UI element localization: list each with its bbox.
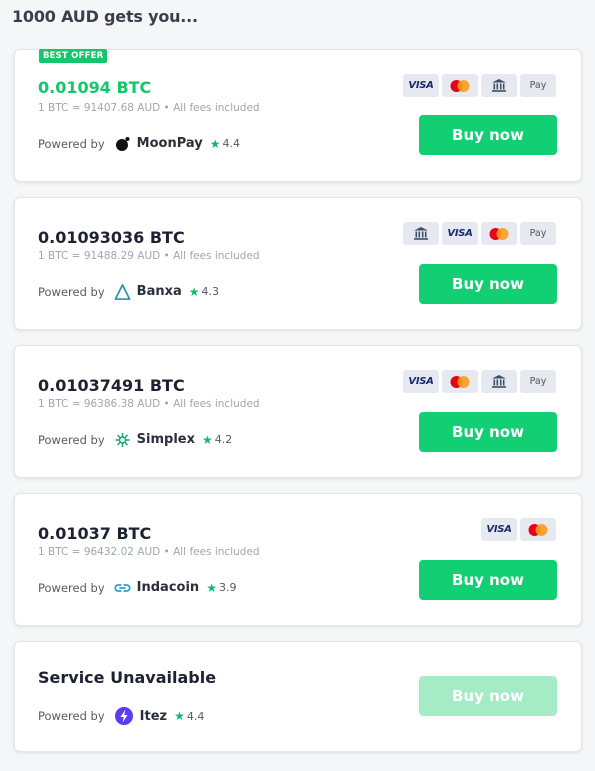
- powered-by-label: Powered by: [38, 284, 105, 299]
- banxa-logo-icon: [114, 283, 131, 300]
- star-icon: ★: [202, 432, 213, 447]
- offer-rate: 1 BTC = 96386.38 AUD • All fees included: [38, 398, 260, 410]
- buy-now-button[interactable]: Buy now: [419, 560, 557, 600]
- offer-rate: 1 BTC = 91488.29 AUD • All fees included: [38, 250, 260, 262]
- buy-now-button[interactable]: Buy now: [419, 115, 557, 155]
- offer-amount: 0.01037491 BTC: [38, 376, 185, 395]
- offer-rate: 1 BTC = 91407.68 AUD • All fees included: [38, 102, 260, 114]
- payment-methods: VISA Pay: [403, 74, 556, 97]
- provider-name: Itez: [139, 708, 168, 724]
- offer-amount: 0.01037 BTC: [38, 524, 152, 543]
- offer-card-banxa: 0.01093036 BTC 1 BTC = 91488.29 AUD • Al…: [14, 197, 582, 330]
- provider-row: Powered by Banxa ★ 4.3: [38, 283, 219, 300]
- provider-rating: 4.4: [186, 709, 205, 723]
- star-icon: ★: [206, 580, 217, 595]
- page-title: 1000 AUD gets you...: [12, 7, 198, 26]
- simplex-logo-icon: [114, 431, 131, 448]
- provider-row: Powered by MoonPay ★ 4.4: [38, 135, 240, 152]
- best-offer-badge: BEST OFFER: [39, 49, 108, 63]
- visa-icon: VISA: [403, 370, 439, 393]
- payment-methods: VISA Pay: [403, 222, 556, 245]
- powered-by-label: Powered by: [38, 580, 105, 595]
- offer-card-indacoin: 0.01037 BTC 1 BTC = 96432.02 AUD • All f…: [14, 493, 582, 626]
- mastercard-icon: [481, 222, 517, 245]
- powered-by-label: Powered by: [38, 432, 105, 447]
- provider-name: Banxa: [136, 284, 182, 299]
- bank-transfer-icon: [481, 370, 517, 393]
- provider-row: Powered by Simplex ★ 4.2: [38, 431, 232, 448]
- apple-pay-icon: Pay: [520, 74, 556, 97]
- mastercard-icon: [442, 74, 478, 97]
- provider-name: MoonPay: [136, 136, 203, 151]
- payment-methods: VISA: [481, 518, 556, 541]
- moonpay-logo-icon: [114, 135, 131, 152]
- mastercard-icon: [520, 518, 556, 541]
- offer-amount: 0.01093036 BTC: [38, 228, 185, 247]
- buy-now-button[interactable]: Buy now: [419, 264, 557, 304]
- visa-icon: VISA: [403, 74, 439, 97]
- payment-methods: VISA Pay: [403, 370, 556, 393]
- offer-rate: 1 BTC = 96432.02 AUD • All fees included: [38, 546, 260, 558]
- provider-name: Simplex: [136, 432, 195, 447]
- visa-icon: VISA: [442, 222, 478, 245]
- star-icon: ★: [188, 284, 200, 299]
- provider-row: Powered by Indacoin ★ 3.9: [38, 579, 236, 596]
- mastercard-icon: [442, 370, 478, 393]
- apple-pay-icon: Pay: [520, 370, 556, 393]
- star-icon: ★: [209, 136, 221, 151]
- provider-row: Powered by Itez ★ 4.4: [38, 706, 204, 726]
- buy-now-button-disabled: Buy now: [419, 676, 557, 716]
- provider-rating: 3.9: [218, 581, 237, 594]
- bank-transfer-icon: [481, 74, 517, 97]
- star-icon: ★: [174, 709, 185, 723]
- buy-now-button[interactable]: Buy now: [419, 412, 557, 452]
- indacoin-logo-icon: [114, 579, 131, 596]
- powered-by-label: Powered by: [38, 709, 105, 723]
- visa-icon: VISA: [481, 518, 517, 541]
- itez-logo-icon: [114, 706, 134, 726]
- provider-rating: 4.2: [214, 433, 233, 446]
- offer-card-moonpay: BEST OFFER 0.01094 BTC 1 BTC = 91407.68 …: [14, 49, 582, 182]
- apple-pay-icon: Pay: [520, 222, 556, 245]
- bank-transfer-icon: [403, 222, 439, 245]
- offer-card-simplex: 0.01037491 BTC 1 BTC = 96386.38 AUD • Al…: [14, 345, 582, 478]
- powered-by-label: Powered by: [38, 136, 105, 151]
- provider-rating: 4.3: [201, 285, 220, 298]
- service-unavailable-text: Service Unavailable: [38, 668, 217, 687]
- offer-amount: 0.01094 BTC: [38, 78, 152, 97]
- provider-rating: 4.4: [222, 137, 241, 150]
- provider-name: Indacoin: [136, 580, 200, 595]
- offer-card-itez: Service Unavailable Powered by Itez ★ 4.…: [14, 641, 582, 752]
